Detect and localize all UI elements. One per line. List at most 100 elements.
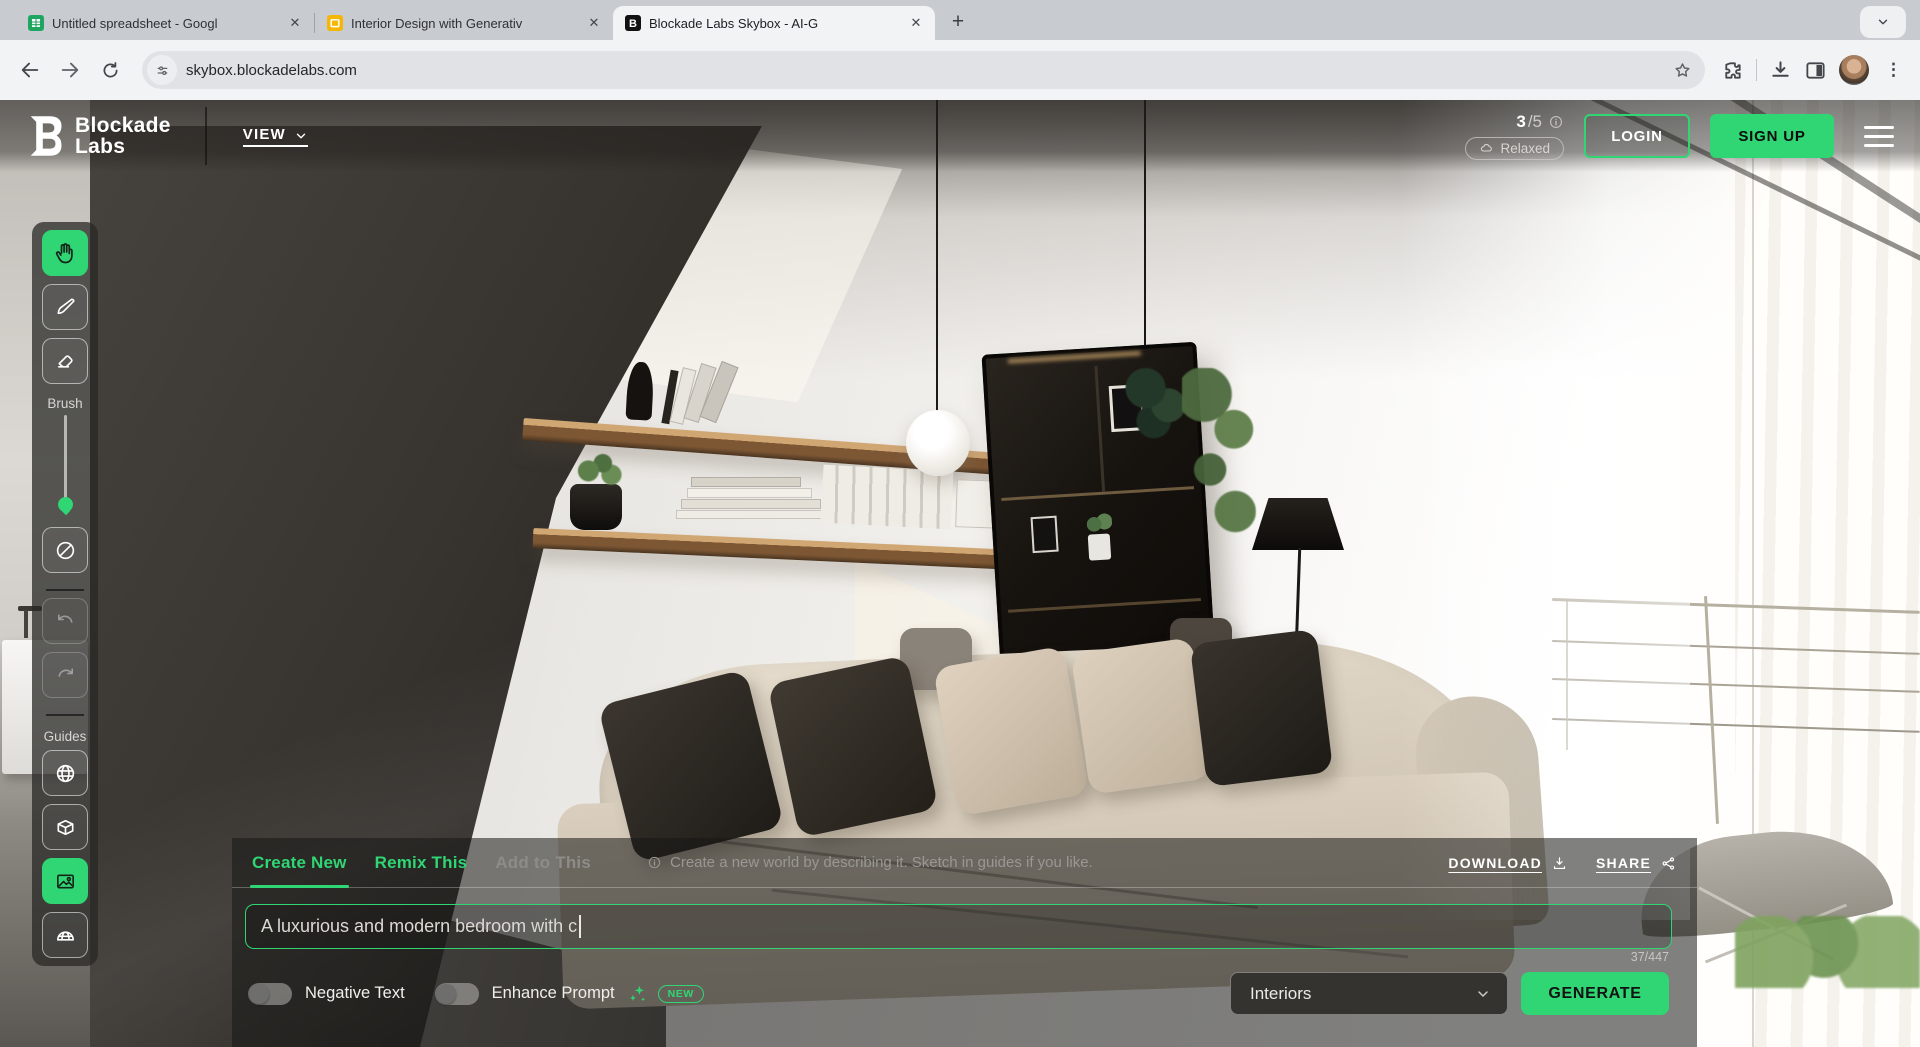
style-dropdown[interactable]: Interiors	[1230, 972, 1508, 1015]
tab-interior-design[interactable]: Interior Design with Generativ ✕	[315, 6, 613, 40]
share-button[interactable]: SHARE	[1596, 855, 1677, 872]
browser-window: Untitled spreadsheet - Googl ✕ Interior …	[0, 0, 1920, 1047]
pillow	[1071, 637, 1212, 795]
rail-divider	[46, 714, 84, 716]
blockade-logo-icon	[26, 114, 64, 158]
pendant-lamp	[906, 410, 970, 476]
side-panel-icon[interactable]	[1804, 59, 1827, 82]
redo-icon	[54, 663, 77, 686]
guide-image-button[interactable]	[42, 858, 88, 904]
sparkles-icon	[627, 983, 649, 1005]
brand-line-2: Labs	[75, 136, 171, 157]
menu-icon[interactable]	[1864, 126, 1894, 147]
tab-blockade-labs[interactable]: B Blockade Labs Skybox - AI-G ✕	[613, 6, 935, 40]
reload-button[interactable]	[94, 54, 126, 86]
new-badge: NEW	[658, 985, 704, 1003]
address-bar[interactable]: skybox.blockadelabs.com	[142, 51, 1705, 89]
prompt-input[interactable]: A luxurious and modern bedroom with c	[245, 904, 1672, 949]
guide-cube-button[interactable]	[42, 804, 88, 850]
site-header: Blockade Labs VIEW 3/5 Relaxed	[0, 100, 1920, 172]
tab-strip: Untitled spreadsheet - Googl ✕ Interior …	[0, 0, 1920, 40]
globe-icon	[54, 762, 77, 785]
tab-title: Untitled spreadsheet - Googl	[52, 16, 278, 31]
tab-create-new[interactable]: Create New	[252, 853, 347, 873]
signup-button[interactable]: SIGN UP	[1710, 114, 1834, 158]
negative-text-label: Negative Text	[305, 984, 405, 1003]
hint-text: Create a new world by describing it. Ske…	[670, 854, 1093, 871]
close-tab-icon[interactable]: ✕	[286, 14, 304, 32]
enhance-prompt-toggle[interactable]	[435, 983, 479, 1005]
tool-rail: Brush Guides	[32, 222, 98, 966]
site-settings-icon	[154, 62, 171, 79]
login-button[interactable]: LOGIN	[1584, 114, 1690, 158]
url-text[interactable]: skybox.blockadelabs.com	[186, 62, 1672, 79]
brush-size-slider[interactable]	[42, 411, 88, 509]
prompt-hint: Create a new world by describing it. Ske…	[647, 854, 1093, 871]
slider-thumb[interactable]	[58, 497, 73, 512]
back-arrow-icon	[19, 59, 41, 81]
close-tab-icon[interactable]: ✕	[585, 14, 603, 32]
share-icon	[1660, 855, 1677, 872]
redo-button[interactable]	[42, 652, 88, 698]
rail-divider	[46, 589, 84, 591]
tab-title: Interior Design with Generativ	[351, 16, 577, 31]
hanging-plant	[1182, 368, 1256, 543]
blockade-labs-favicon: B	[625, 15, 641, 31]
browser-menu-icon[interactable]: ⋮	[1881, 60, 1906, 80]
extensions-icon[interactable]	[1721, 59, 1744, 82]
back-button[interactable]	[14, 54, 46, 86]
reload-icon	[100, 60, 121, 81]
close-tab-icon[interactable]: ✕	[907, 14, 925, 32]
blockade-labs-logo[interactable]: Blockade Labs	[26, 114, 171, 158]
generate-button[interactable]: GENERATE	[1521, 972, 1669, 1015]
eraser-tool-button[interactable]	[42, 338, 88, 384]
dome-grid-icon	[54, 924, 77, 947]
book-stack	[676, 510, 826, 519]
style-selected-value: Interiors	[1250, 984, 1311, 1004]
downloads-icon[interactable]	[1769, 59, 1792, 82]
svg-text:B: B	[629, 18, 637, 30]
view-menu[interactable]: VIEW	[243, 126, 308, 147]
download-label: DOWNLOAD	[1448, 855, 1542, 871]
guide-globe-button[interactable]	[42, 750, 88, 796]
header-divider	[205, 107, 207, 165]
balcony-plant	[1735, 916, 1920, 988]
undo-icon	[54, 609, 77, 632]
toggle-knob	[249, 984, 269, 1004]
wall-lamp	[24, 610, 28, 638]
plant	[574, 450, 622, 488]
book-stack	[681, 499, 821, 509]
google-sheets-icon	[28, 15, 44, 31]
forward-button[interactable]	[54, 54, 86, 86]
negative-text-toggle[interactable]	[248, 983, 292, 1005]
enhance-prompt-label: Enhance Prompt	[492, 984, 615, 1003]
pan-tool-button[interactable]	[42, 230, 88, 276]
prompt-tabs: Create New Remix This Add to This Create…	[232, 838, 1697, 888]
undo-button[interactable]	[42, 598, 88, 644]
info-icon	[647, 855, 662, 870]
clear-sketch-button[interactable]	[42, 527, 88, 573]
relaxed-mode-badge[interactable]: Relaxed	[1465, 137, 1564, 160]
tab-remix-this[interactable]: Remix This	[375, 853, 468, 873]
share-label: SHARE	[1596, 855, 1651, 871]
chevron-down-icon	[1876, 15, 1890, 29]
forward-arrow-icon	[59, 59, 81, 81]
hand-icon	[53, 241, 77, 265]
profile-avatar[interactable]	[1839, 55, 1869, 85]
credits-used: 3	[1516, 112, 1525, 132]
new-tab-button[interactable]: +	[943, 8, 973, 38]
char-counter: 37/447	[1631, 950, 1669, 964]
tab-list-chevron-button[interactable]	[1860, 6, 1906, 38]
site-info-button[interactable]	[147, 55, 177, 85]
download-icon	[1551, 855, 1568, 872]
tab-add-to-this: Add to This	[495, 853, 591, 873]
tab-untitled-spreadsheet[interactable]: Untitled spreadsheet - Googl ✕	[16, 6, 314, 40]
brush-tool-button[interactable]	[42, 284, 88, 330]
guide-dome-button[interactable]	[42, 912, 88, 958]
chevron-down-icon	[294, 129, 308, 143]
toolbar-divider	[1756, 59, 1757, 81]
credits-indicator: 3/5 Relaxed	[1465, 112, 1564, 160]
info-icon[interactable]	[1548, 114, 1564, 130]
download-button[interactable]: DOWNLOAD	[1448, 855, 1568, 872]
bookmark-star-icon[interactable]	[1672, 60, 1693, 81]
